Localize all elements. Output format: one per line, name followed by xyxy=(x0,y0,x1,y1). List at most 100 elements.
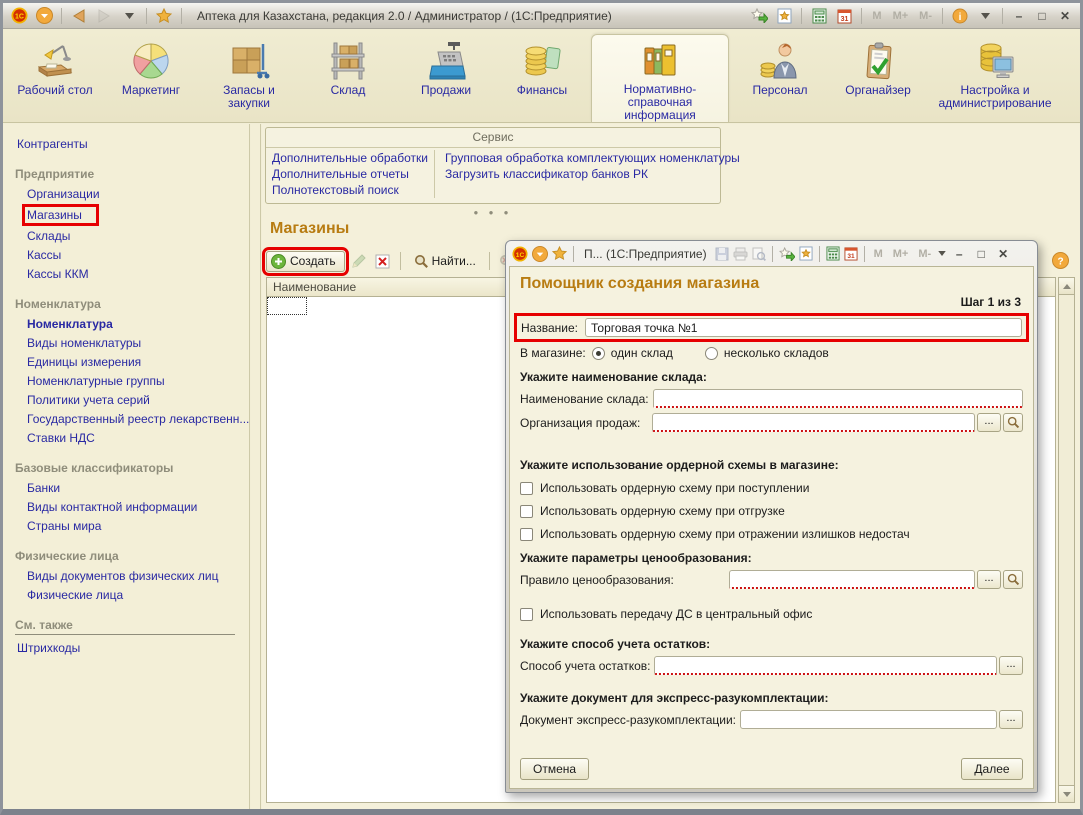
favorites-star-button[interactable] xyxy=(552,246,567,261)
sidebar-item-banki[interactable]: Банки xyxy=(25,479,62,497)
section-desktop[interactable]: Рабочий стол xyxy=(9,34,101,122)
vertical-scrollbar[interactable] xyxy=(1058,277,1075,803)
memory-m-button[interactable]: M xyxy=(871,248,886,260)
section-master-data[interactable]: Нормативно-справочная информация xyxy=(591,34,729,122)
stock-method-select-button[interactable]: ... xyxy=(999,656,1023,675)
checkbox-order-shipment[interactable] xyxy=(520,505,533,518)
memory-m-plus-button[interactable]: M+ xyxy=(890,248,912,260)
service-link-gruppovaya-obrabotka[interactable]: Групповая обработка комплектующих номенк… xyxy=(445,150,740,166)
stock-method-input[interactable] xyxy=(654,656,997,675)
sidebar-item-nomenklatura[interactable]: Номенклатура xyxy=(25,315,115,333)
sidebar-item-vidy-kontaktnoj-informacii[interactable]: Виды контактной информации xyxy=(25,498,199,516)
dialog-close-button[interactable]: ✕ xyxy=(994,247,1012,261)
checkbox-order-surplus[interactable] xyxy=(520,528,533,541)
warehouse-name-input[interactable] xyxy=(653,389,1023,408)
cancel-button[interactable]: Отмена xyxy=(520,758,589,780)
sidebar-item-fizicheskie-lica[interactable]: Физические лица xyxy=(25,586,125,604)
section-personnel[interactable]: Персонал xyxy=(733,34,827,122)
service-link-polnotekstovyj-poisk[interactable]: Полнотекстовый поиск xyxy=(272,182,428,198)
panel-splitter-handle[interactable]: ● ● ● xyxy=(265,208,721,217)
sidebar-item-sklady[interactable]: Склады xyxy=(25,227,72,245)
sidebar-item-kassy[interactable]: Кассы xyxy=(25,246,63,264)
dialog-maximize-button[interactable]: □ xyxy=(972,247,990,261)
info-caret-icon[interactable] xyxy=(975,6,995,26)
sales-org-select-button[interactable]: ... xyxy=(977,413,1001,432)
close-button[interactable]: ✕ xyxy=(1056,6,1074,26)
sidebar-item-stavki-nds[interactable]: Ставки НДС xyxy=(25,429,97,447)
sidebar-group-bazovye-klassifikatory: Базовые классификаторы xyxy=(15,461,249,475)
section-marketing[interactable]: Маркетинг xyxy=(105,34,197,122)
unpack-doc-select-button[interactable]: ... xyxy=(999,710,1023,729)
pricing-rule-select-button[interactable]: ... xyxy=(977,570,1001,589)
open-favorites-page-button[interactable] xyxy=(774,6,794,26)
add-favorite-button[interactable] xyxy=(779,247,795,261)
sidebar-item-shtrihkody[interactable]: Штрихкоды xyxy=(15,639,82,657)
new-row-placeholder[interactable] xyxy=(267,297,307,315)
minimize-button[interactable]: – xyxy=(1010,6,1028,26)
main-titlebar: 1С Аптека для Казахстана, редакция 2.0 /… xyxy=(3,3,1080,29)
section-sales[interactable]: Продажи xyxy=(399,34,493,122)
service-link-dop-obrabotki[interactable]: Дополнительные обработки xyxy=(272,150,428,166)
dialog-minimize-button[interactable]: – xyxy=(950,247,968,261)
memory-m-button[interactable]: M xyxy=(869,10,884,22)
print-preview-icon[interactable] xyxy=(752,247,766,261)
calendar-button[interactable]: 31 xyxy=(844,246,858,261)
service-link-dop-otchety[interactable]: Дополнительные отчеты xyxy=(272,166,428,182)
sidebar-item-organizacii[interactable]: Организации xyxy=(25,185,102,203)
pricing-rule-input[interactable] xyxy=(729,570,975,589)
favorites-star-button[interactable] xyxy=(154,6,174,26)
radio-one-warehouse[interactable] xyxy=(592,347,605,360)
sidebar-item-gos-reestr[interactable]: Государственный реестр лекарственн... xyxy=(25,410,250,428)
add-favorite-button[interactable] xyxy=(749,6,769,26)
sidebar-item-vidy-dokumentov[interactable]: Виды документов физических лиц xyxy=(25,567,220,585)
sidebar-item-vidy-nomenklatury[interactable]: Виды номенклатуры xyxy=(25,334,143,352)
pricing-rule-search-button[interactable] xyxy=(1003,570,1023,589)
memory-m-minus-button[interactable]: M- xyxy=(916,10,935,22)
find-button[interactable]: Найти... xyxy=(408,252,482,271)
sidebar-item-politiki-ucheta-serij[interactable]: Политики учета серий xyxy=(25,391,152,409)
nav-history-caret-icon[interactable] xyxy=(119,6,139,26)
sales-org-input[interactable] xyxy=(652,413,975,432)
shop-name-input[interactable] xyxy=(585,318,1022,337)
delete-icon[interactable] xyxy=(373,251,393,271)
section-warehouse[interactable]: Склад xyxy=(301,34,395,122)
dialog-menu-button[interactable] xyxy=(532,246,548,262)
scroll-down-arrow[interactable] xyxy=(1059,785,1074,802)
nav-back-button[interactable] xyxy=(69,6,89,26)
checkbox-order-receipt[interactable] xyxy=(520,482,533,495)
sidebar-item-strany-mira[interactable]: Страны мира xyxy=(25,517,103,535)
sales-org-search-button[interactable] xyxy=(1003,413,1023,432)
sidebar-item-kontragenty[interactable]: Контрагенты xyxy=(15,135,90,153)
service-link-zagruzit-klassifikator[interactable]: Загрузить классификатор банков РК xyxy=(445,166,740,182)
calendar-button[interactable]: 31 xyxy=(834,6,854,26)
info-button[interactable]: i xyxy=(950,6,970,26)
create-button[interactable]: Создать xyxy=(266,251,345,272)
sidebar-splitter[interactable] xyxy=(251,124,261,809)
maximize-button[interactable]: □ xyxy=(1033,6,1051,26)
print-icon[interactable] xyxy=(733,247,748,261)
nav-forward-button[interactable] xyxy=(94,6,114,26)
memory-m-minus-button[interactable]: M- xyxy=(915,248,934,260)
open-favorites-page-button[interactable] xyxy=(799,246,813,261)
section-inventory-purchasing[interactable]: Запасы и закупки xyxy=(201,34,297,122)
help-button[interactable]: ? xyxy=(1050,250,1070,270)
memory-m-plus-button[interactable]: M+ xyxy=(890,10,912,22)
unpack-doc-input[interactable] xyxy=(740,710,997,729)
next-button[interactable]: Далее xyxy=(961,758,1023,780)
sidebar-item-kassy-kkm[interactable]: Кассы ККМ xyxy=(25,265,91,283)
sidebar-item-magaziny[interactable]: Магазины xyxy=(22,204,99,226)
checkbox-cash-transfer[interactable] xyxy=(520,608,533,621)
calculator-button[interactable] xyxy=(826,246,840,261)
main-menu-button[interactable] xyxy=(34,6,54,26)
more-caret-icon[interactable] xyxy=(938,251,946,256)
section-settings-administration[interactable]: Настройка и администрирование xyxy=(929,34,1061,122)
scroll-up-arrow[interactable] xyxy=(1059,278,1074,295)
save-icon[interactable] xyxy=(715,247,729,261)
section-organizer[interactable]: Органайзер xyxy=(831,34,925,122)
calculator-button[interactable] xyxy=(809,6,829,26)
sidebar-item-nomenklaturnye-gruppy[interactable]: Номенклатурные группы xyxy=(25,372,167,390)
edit-pencil-icon[interactable] xyxy=(349,251,369,271)
section-finance[interactable]: Финансы xyxy=(497,34,587,122)
radio-many-warehouses[interactable] xyxy=(705,347,718,360)
sidebar-item-edinicy-izmereniya[interactable]: Единицы измерения xyxy=(25,353,143,371)
